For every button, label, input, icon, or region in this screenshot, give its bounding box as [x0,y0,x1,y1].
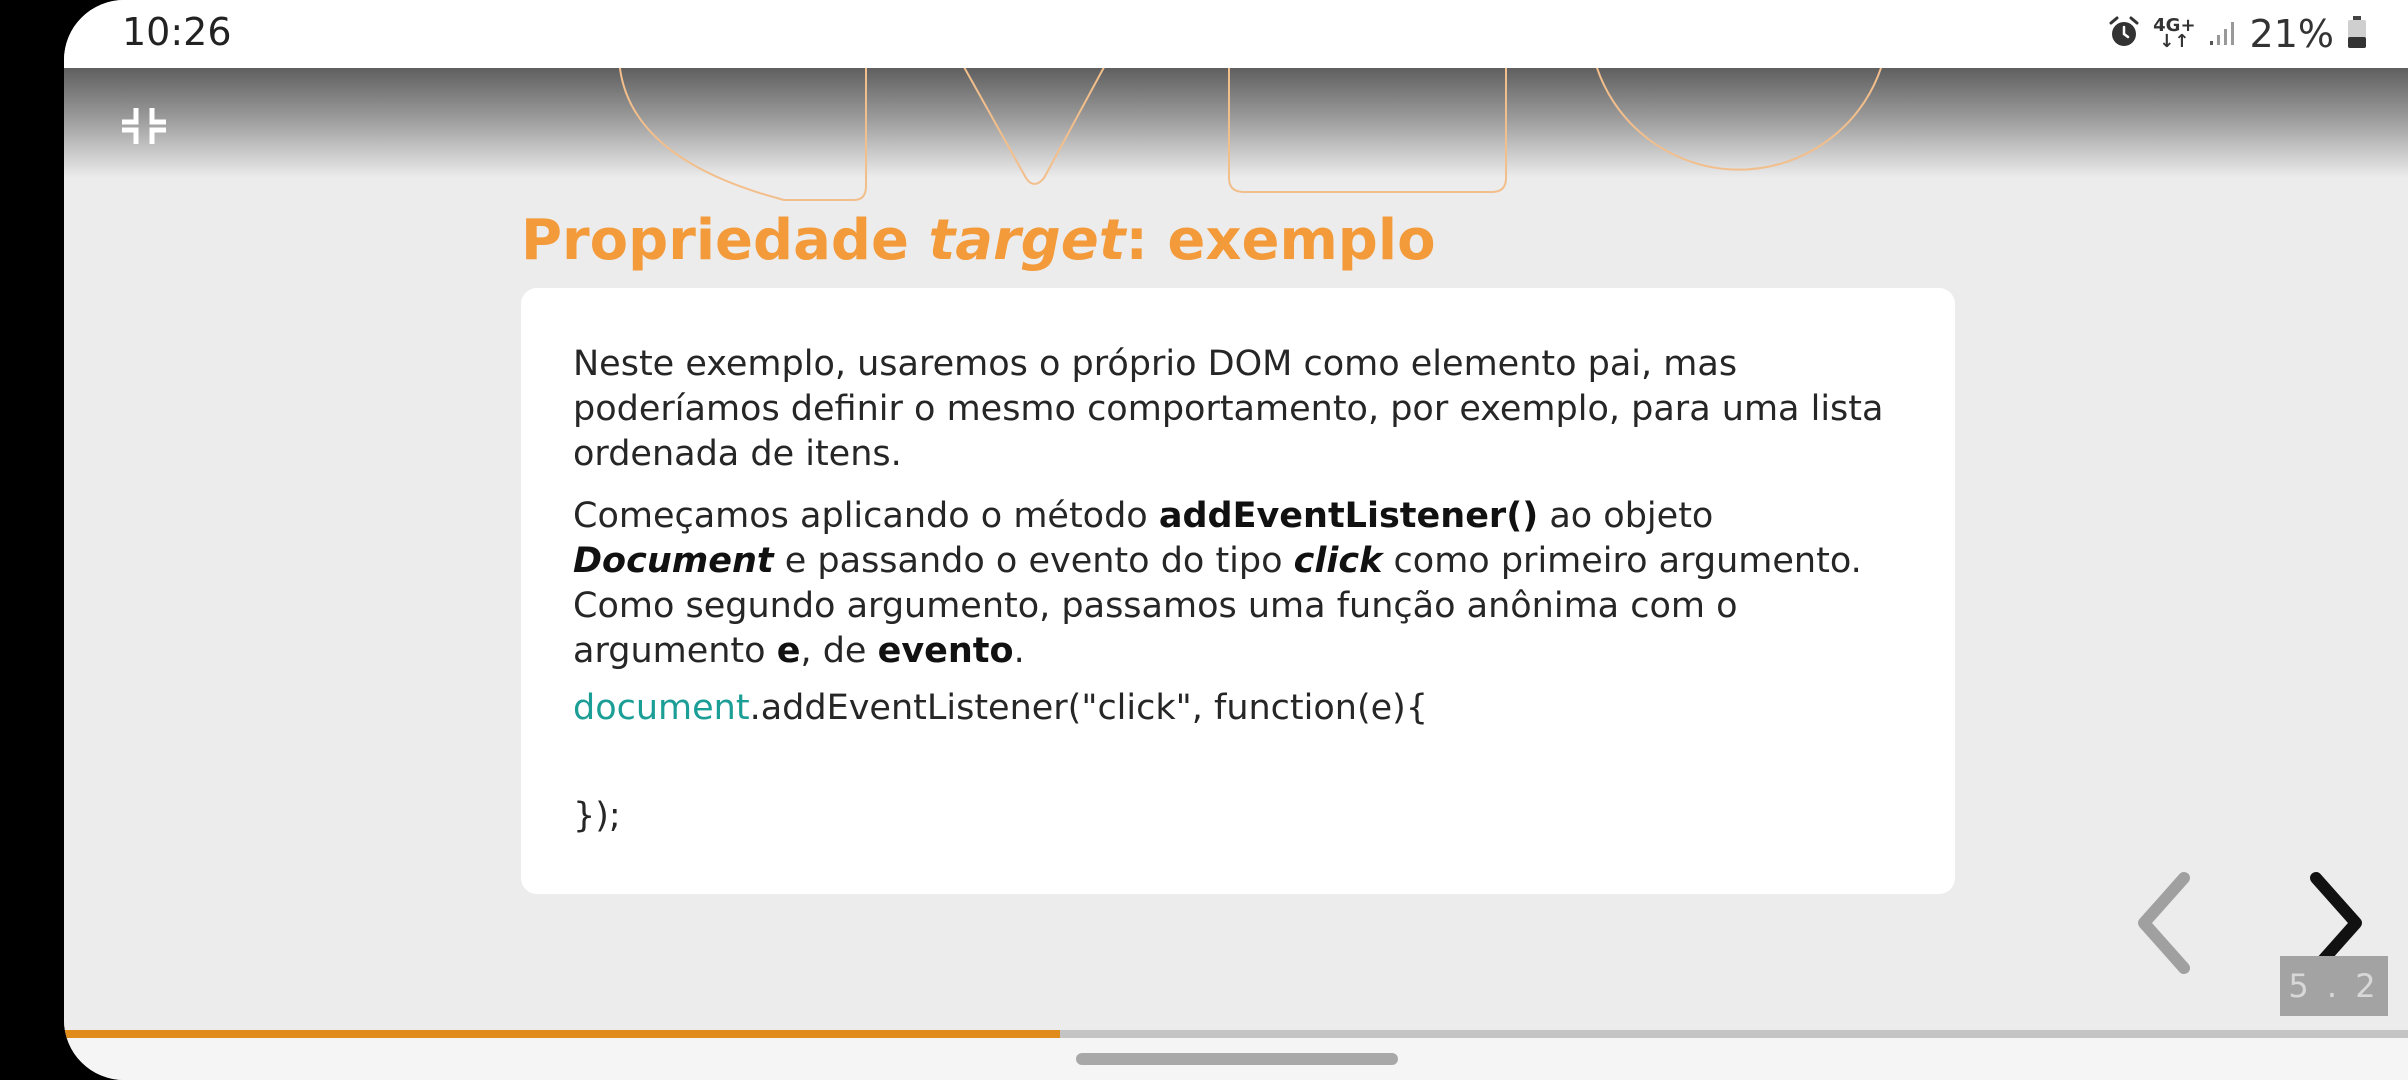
progress-bar [64,1030,2408,1038]
paragraph-method: Começamos aplicando o método addEventLis… [573,494,1913,674]
battery-icon [2346,15,2368,53]
battery-percent: 21% [2249,12,2334,56]
device-screen: 10:26 4G+ ↓↑ 21% Propriedade target: exe… [64,0,2408,1080]
slide-title: Propriedade target: exemplo [521,208,1436,273]
title-prefix: Propriedade [521,208,929,273]
text-segment: , de [800,631,878,671]
slide-content-card: Neste exemplo, usaremos o próprio DOM co… [521,288,1955,894]
code-line-2: }); [573,796,621,836]
page-indicator: 5 . 2 [2280,956,2388,1016]
code-line-1: document.addEventListener("click", funct… [573,686,1913,731]
signal-icon [2208,17,2238,51]
previous-slide-button[interactable] [2124,868,2214,978]
collapse-fullscreen-icon [122,108,166,144]
network-4g-icon: 4G+ ↓↑ [2153,17,2195,52]
bold-italic-term-document: Document [573,541,774,581]
bold-term-method: addEventListener() [1158,496,1539,536]
title-suffix: : exemplo [1125,208,1436,273]
paragraph-intro: Neste exemplo, usaremos o próprio DOM co… [573,344,1884,474]
bold-italic-term-click: click [1293,541,1383,581]
chevron-left-icon [2138,872,2190,974]
text-segment: . [1013,631,1025,671]
home-indicator[interactable] [1076,1053,1398,1065]
status-time: 10:26 [122,10,232,54]
status-icons: 4G+ ↓↑ 21% [2107,12,2368,56]
collapse-fullscreen-button[interactable] [116,98,172,154]
status-bar: 10:26 4G+ ↓↑ 21% [64,0,2408,68]
alarm-icon [2107,15,2141,53]
data-arrows-icon: ↓↑ [2159,31,2190,52]
text-segment: ao objeto [1538,496,1714,536]
bold-term-e: e [776,631,801,671]
progress-fill [64,1030,1061,1038]
gesture-area [64,1038,2408,1080]
code-keyword: document [573,688,750,728]
text-segment: Começamos aplicando o método [573,496,1159,536]
slide-viewport: Propriedade target: exemplo Neste exempl… [64,68,2408,1032]
decorative-shapes [618,68,1883,201]
bold-term-evento: evento [877,631,1014,671]
text-segment: e passando o evento do tipo [773,541,1294,581]
title-italic-term: target [928,208,1126,273]
code-text: .addEventListener("click", function(e){ [749,688,1429,728]
